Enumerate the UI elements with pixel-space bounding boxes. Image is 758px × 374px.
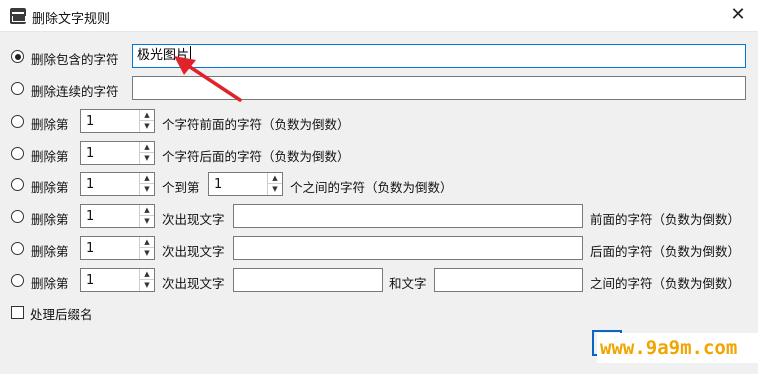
label-delete-nth: 删除第 [31,117,69,132]
stepper-down-icon[interactable]: ▼ [140,153,154,164]
label-and-text: 和文字 [389,276,427,291]
label-occurrence-text: 次出现文字 [162,276,225,291]
first-text-input[interactable] [233,268,383,292]
label-delete-nth: 删除第 [31,244,69,259]
stepper-down-icon[interactable]: ▼ [140,121,154,132]
stepper-value: 1 [86,114,95,129]
radio-delete-between-texts[interactable] [11,274,24,287]
start-position-stepper[interactable]: 1 ▲ ▼ [80,172,155,196]
stepper-value: 1 [86,209,95,224]
stepper-value: 1 [86,273,95,288]
radio-delete-after-occurrence[interactable] [11,242,24,255]
row-delete-between-texts: 删除第 1 ▲ ▼ 次出现文字 和文字 之间的字符（负数为倒数） [0,268,758,294]
occurrence-text-input[interactable] [233,236,583,260]
row-delete-before-nth: 删除第 1 ▲ ▼ 个字符前面的字符（负数为倒数） [0,109,758,135]
stepper-up-icon[interactable]: ▲ [140,173,154,184]
label-delete-nth: 删除第 [31,149,69,164]
label-delete-nth: 删除第 [31,212,69,227]
stepper-down-icon[interactable]: ▼ [140,248,154,259]
row-delete-between-positions: 删除第 1 ▲ ▼ 个到第 1 ▲ ▼ 个之间的字符（负数为倒数） [0,172,758,198]
stepper-down-icon[interactable]: ▼ [268,184,282,195]
occurrence-stepper[interactable]: 1 ▲ ▼ [80,268,155,292]
label-after-occurrence-suffix: 后面的字符（负数为倒数） [590,244,741,259]
occurrence-text-input[interactable] [233,204,583,228]
row-delete-after-nth: 删除第 1 ▲ ▼ 个字符后面的字符（负数为倒数） [0,141,758,167]
label-to-nth: 个到第 [162,180,200,195]
annotation-arrow-icon [174,56,242,102]
stepper-value: 1 [214,177,223,192]
radio-delete-consecutive[interactable] [11,82,24,95]
label-delete-nth: 删除第 [31,276,69,291]
radio-delete-before-occurrence[interactable] [11,210,24,223]
app-icon [10,8,26,24]
stepper-up-icon[interactable]: ▲ [140,110,154,121]
stepper-up-icon[interactable]: ▲ [140,142,154,153]
end-position-stepper[interactable]: 1 ▲ ▼ [208,172,283,196]
close-button[interactable]: ✕ [718,0,758,32]
row-delete-before-occurrence: 删除第 1 ▲ ▼ 次出现文字 前面的字符（负数为倒数） [0,204,758,230]
stepper-up-icon[interactable]: ▲ [268,173,282,184]
second-text-input[interactable] [434,268,583,292]
position-stepper[interactable]: 1 ▲ ▼ [80,109,155,133]
stepper-up-icon[interactable]: ▲ [140,269,154,280]
label-delete-contained: 删除包含的字符 [31,52,119,67]
label-between-texts-suffix: 之间的字符（负数为倒数） [590,276,741,291]
stepper-up-icon[interactable]: ▲ [140,237,154,248]
position-stepper[interactable]: 1 ▲ ▼ [80,141,155,165]
stepper-value: 1 [86,177,95,192]
label-after-nth-suffix: 个字符后面的字符（负数为倒数） [162,149,350,164]
occurrence-stepper[interactable]: 1 ▲ ▼ [80,236,155,260]
row-delete-consecutive: 删除连续的字符 [0,76,758,102]
window-title: 删除文字规则 [32,12,111,27]
radio-delete-between-positions[interactable] [11,178,24,191]
label-before-occurrence-suffix: 前面的字符（负数为倒数） [590,212,741,227]
label-occurrence-text: 次出现文字 [162,212,225,227]
label-between-suffix: 个之间的字符（负数为倒数） [290,180,453,195]
title-bar: 删除文字规则 ✕ [0,0,758,32]
label-delete-nth: 删除第 [31,180,69,195]
stepper-down-icon[interactable]: ▼ [140,184,154,195]
radio-delete-contained[interactable] [11,50,24,63]
radio-delete-after-nth[interactable] [11,147,24,160]
occurrence-stepper[interactable]: 1 ▲ ▼ [80,204,155,228]
label-before-nth-suffix: 个字符前面的字符（负数为倒数） [162,117,350,132]
watermark-text: www.9a9m.com [597,333,758,363]
stepper-down-icon[interactable]: ▼ [140,216,154,227]
stepper-value: 1 [86,146,95,161]
stepper-down-icon[interactable]: ▼ [140,280,154,291]
row-process-suffix: 处理后缀名 [0,299,758,325]
stepper-value: 1 [86,241,95,256]
label-delete-consecutive: 删除连续的字符 [31,84,119,99]
row-delete-after-occurrence: 删除第 1 ▲ ▼ 次出现文字 后面的字符（负数为倒数） [0,236,758,262]
stepper-up-icon[interactable]: ▲ [140,205,154,216]
label-process-suffix: 处理后缀名 [30,307,93,322]
row-delete-contained: 删除包含的字符 极光图片 [0,44,758,70]
label-occurrence-text: 次出现文字 [162,244,225,259]
radio-delete-before-nth[interactable] [11,115,24,128]
process-suffix-checkbox[interactable] [11,306,24,319]
